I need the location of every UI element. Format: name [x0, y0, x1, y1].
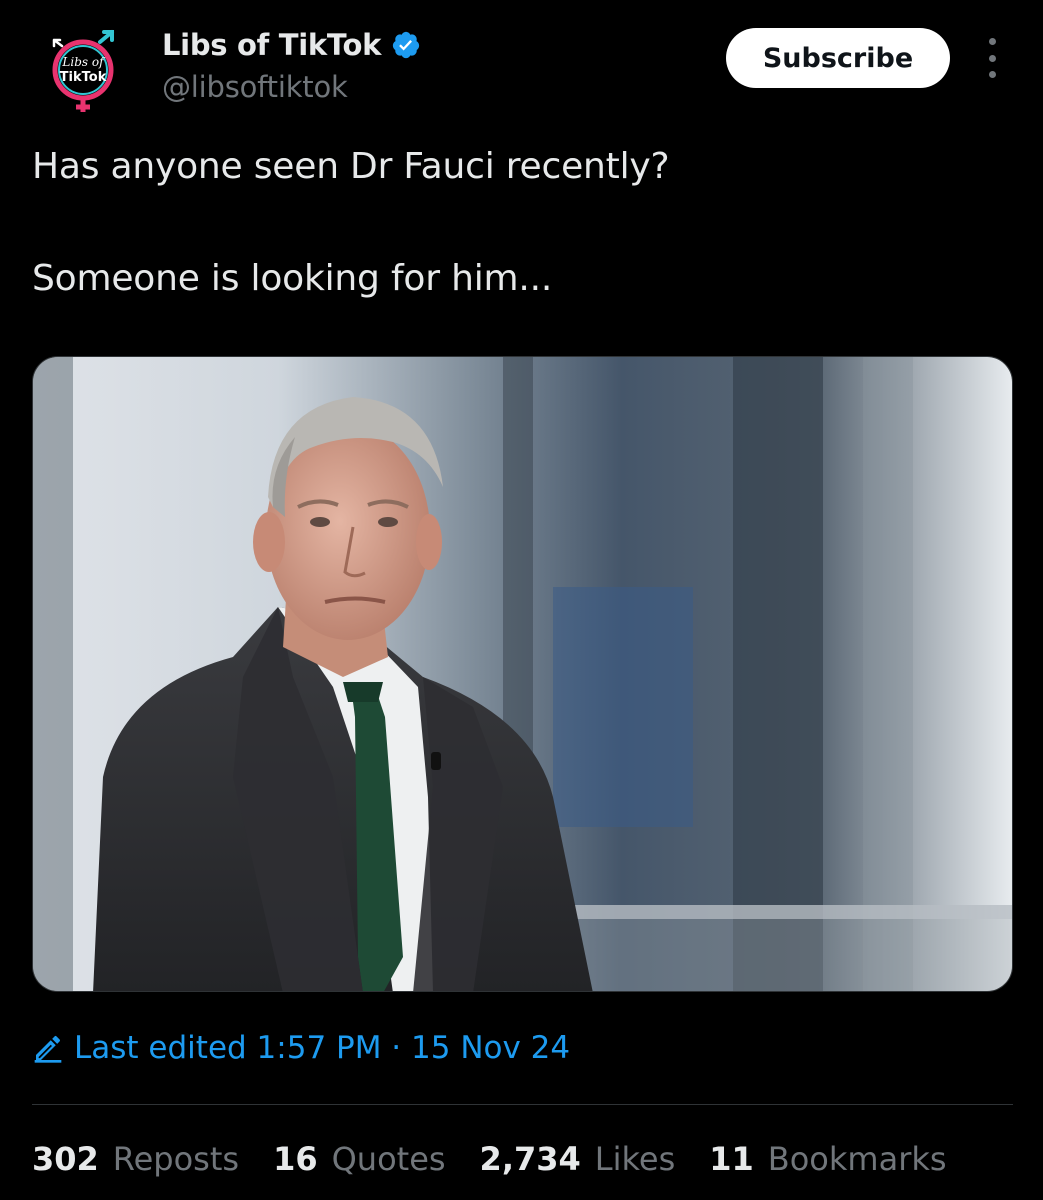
- likes-count: 2,734: [479, 1140, 581, 1178]
- subscribe-button[interactable]: Subscribe: [726, 28, 950, 88]
- photo-icon: [33, 357, 1012, 991]
- display-name[interactable]: Libs of TikTok: [162, 28, 381, 62]
- handle[interactable]: @libsoftiktok: [162, 70, 348, 104]
- avatar-text-bottom: TikTok: [60, 70, 107, 85]
- bookmarks-count: 11: [709, 1140, 754, 1178]
- tweet-text-line-1: Has anyone seen Dr Fauci recently?: [32, 146, 670, 187]
- more-vertical-icon[interactable]: [980, 38, 1004, 78]
- bookmarks-label: Bookmarks: [767, 1140, 947, 1178]
- avatar[interactable]: Libs of TikTok: [38, 22, 128, 112]
- reposts-stat[interactable]: 302 Reposts: [32, 1140, 239, 1178]
- likes-label: Likes: [594, 1140, 676, 1178]
- divider: [32, 1104, 1013, 1105]
- tweet-text-line-2: Someone is looking for him...: [32, 258, 553, 299]
- bookmarks-stat[interactable]: 11 Bookmarks: [709, 1140, 946, 1178]
- pencil-icon: [34, 1035, 62, 1063]
- reposts-count: 302: [32, 1140, 99, 1178]
- likes-stat[interactable]: 2,734 Likes: [480, 1140, 676, 1178]
- tweet-photo[interactable]: [32, 356, 1013, 992]
- verified-badge-icon: [391, 30, 421, 60]
- engagement-stats: 302 Reposts 16 Quotes 2,734 Likes 11 Boo…: [32, 1140, 947, 1178]
- name-row: Libs of TikTok: [162, 28, 421, 62]
- reposts-label: Reposts: [112, 1140, 240, 1178]
- avatar-text-top: Libs of: [61, 55, 106, 69]
- quotes-stat[interactable]: 16 Quotes: [273, 1140, 445, 1178]
- quotes-label: Quotes: [331, 1140, 446, 1178]
- last-edited-text[interactable]: Last edited 1:57 PM · 15 Nov 24: [74, 1030, 570, 1066]
- tweet-page: Libs of TikTok Libs of TikTok @libsoftik…: [0, 0, 1043, 1200]
- quotes-count: 16: [273, 1140, 318, 1178]
- last-edited-link[interactable]: Last edited 1:57 PM · 15 Nov 24: [32, 1030, 570, 1066]
